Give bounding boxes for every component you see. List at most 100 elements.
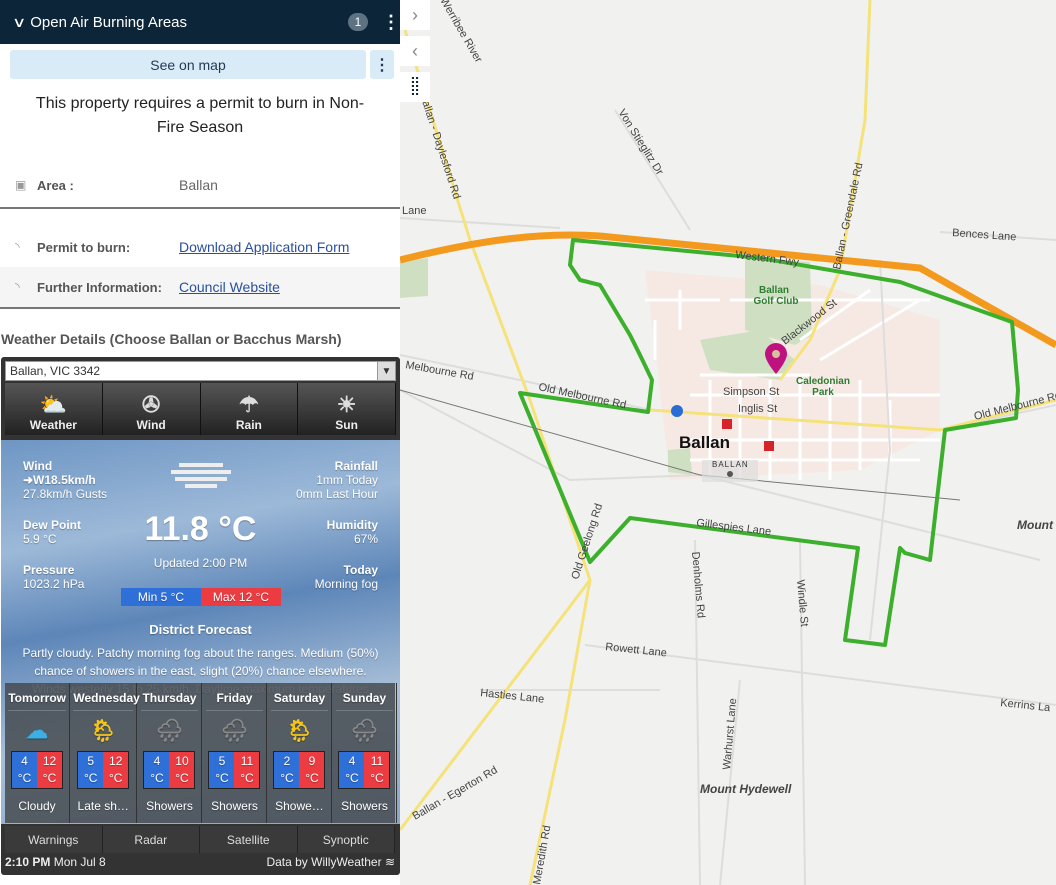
drag-handle-icon[interactable]: ⠿ ⠿: [400, 72, 430, 102]
map-label: Rowett Lane: [605, 641, 668, 659]
day-max: 9 °C: [299, 752, 325, 788]
map-label: Windle St: [794, 579, 810, 627]
chevron-left-icon[interactable]: ‹: [400, 36, 430, 66]
map-label: Warhurst Lane: [721, 698, 739, 771]
forecast-day: Saturday 🌦 2 °C 9 °C Showe…: [267, 683, 333, 823]
day-max: 11 °C: [234, 752, 260, 788]
today-value: Morning fog: [314, 577, 378, 591]
permit-label: Permit to burn:: [37, 239, 131, 255]
map-label: Denholms Rd: [689, 551, 707, 618]
warnings-link[interactable]: Warnings: [5, 826, 103, 853]
dropdown-arrow-icon[interactable]: ▼: [377, 362, 395, 380]
map-label: Gillespies Lane: [696, 517, 772, 538]
more-actions-button[interactable]: ⋮: [370, 50, 394, 79]
station-label: BALLAN: [712, 460, 749, 469]
day-name: Tomorrow: [8, 691, 66, 711]
tab-sun[interactable]: ☀ Sun: [298, 383, 396, 435]
permit-row: ◝ Permit to burn: Download Application F…: [0, 227, 400, 267]
map-label: Meredith Rd: [531, 824, 553, 885]
mountain-label: Mount: [1017, 518, 1054, 532]
weather-title: Weather Details (Choose Ballan or Bacchu…: [1, 331, 342, 347]
rain-label: Rainfall: [334, 459, 378, 473]
day-min: 2 °C: [274, 752, 300, 788]
tab-label: Sun: [335, 418, 358, 432]
tab-label: Wind: [136, 418, 166, 432]
radar-link[interactable]: Radar: [103, 826, 200, 853]
day-condition: Late sh…: [77, 799, 129, 813]
tab-label: Rain: [235, 418, 262, 432]
current-time: 2:10 PM: [5, 855, 51, 869]
fog-icon: [171, 460, 231, 494]
sun-showers-icon: 🌦: [89, 718, 118, 743]
day-min: 5 °C: [78, 752, 104, 788]
see-on-map-button[interactable]: See on map: [10, 50, 366, 79]
map-canvas[interactable]: Western Fwy Bences Lane Lane Ballan - Da…: [400, 0, 1056, 885]
weather-widget: Ballan, VIC 3342 ▼ ⛅ Weather ✇ Wind ☂ Rain ☀…: [1, 357, 400, 875]
tab-label: Weather: [29, 418, 77, 432]
more-options-icon[interactable]: ⋮: [382, 13, 400, 31]
panel-header[interactable]: ∨ Open Air Burning Areas 1 ⋮: [0, 0, 400, 44]
wind-value: ➜W18.5km/h: [23, 473, 96, 487]
forecast-day: Friday 🌧 5 °C 11 °C Showers: [202, 683, 268, 823]
area-label: Area :: [37, 177, 74, 193]
willyweather-logo-icon: ≋: [384, 855, 395, 869]
daily-forecast: Tomorrow ☁ 4 °C 12 °C Cloudy Wednesday 🌦 5 °C…: [5, 683, 398, 823]
map-label: Ballan - Egerton Rd: [411, 764, 500, 822]
day-condition: Showe…: [275, 799, 324, 813]
tab-wind[interactable]: ✇ Wind: [102, 383, 201, 435]
map-label: Inglis St: [738, 403, 777, 415]
download-application-form-link[interactable]: Download Application Form: [179, 239, 349, 255]
day-min: 4 °C: [144, 752, 170, 788]
day-condition: Cloudy: [18, 799, 56, 813]
day-max: 10 °C: [169, 752, 195, 788]
day-name: Saturday: [270, 691, 329, 711]
rain-hour: 0mm Last Hour: [295, 487, 378, 501]
max-temp: Max 12 °C: [201, 588, 281, 606]
min-temp: Min 5 °C: [121, 588, 201, 606]
district-forecast-title: District Forecast: [149, 622, 252, 637]
day-condition: Showers: [146, 799, 193, 813]
map-label: Lane: [402, 205, 426, 217]
rss-icon: ◝: [15, 280, 20, 294]
chevron-down-icon[interactable]: ∨: [12, 14, 26, 31]
fire-station-icon: [722, 419, 732, 429]
showers-icon: 🌧: [350, 718, 379, 743]
police-station-icon: [671, 405, 683, 417]
map-label: Werribee River: [437, 0, 484, 65]
forecast-day: Wednesday 🌦 5 °C 12 °C Late sh…: [70, 683, 140, 823]
day-name: Sunday: [335, 691, 394, 711]
current-conditions: Wind ➜W18.5km/h 27.8km/h Gusts Dew Point 5.…: [1, 440, 400, 824]
showers-icon: 🌧: [220, 718, 249, 743]
map-label: Bences Lane: [952, 227, 1017, 243]
forecast-day: Thursday 🌧 4 °C 10 °C Showers: [137, 683, 203, 823]
updated-time: Updated 2:00 PM: [153, 556, 248, 570]
rain-today: 1mm Today: [316, 473, 378, 487]
day-name: Wednesday: [73, 691, 140, 711]
day-name: Friday: [205, 691, 264, 711]
ambulance-icon: [764, 441, 774, 451]
willyweather-credit[interactable]: Data by WillyWeather ≋: [266, 855, 395, 869]
gusts-value: 27.8km/h Gusts: [23, 487, 108, 501]
panel-title: Open Air Burning Areas: [30, 13, 188, 31]
satellite-link[interactable]: Satellite: [200, 826, 298, 853]
location-select[interactable]: Ballan, VIC 3342 ▼: [5, 361, 396, 381]
synoptic-link[interactable]: Synoptic: [298, 826, 395, 853]
tab-weather[interactable]: ⛅ Weather: [5, 383, 103, 435]
permit-notice: This property requires a permit to burn …: [35, 95, 365, 136]
chevron-right-icon[interactable]: ›: [400, 0, 430, 30]
further-info-row: ◝ Further Information: Council Website: [0, 267, 400, 307]
day-condition: Showers: [211, 799, 258, 813]
area-row: ▣ Area : Ballan: [0, 165, 400, 205]
image-icon: ▣: [15, 178, 27, 192]
day-max: 11 °C: [364, 752, 390, 788]
pressure-value: 1023.2 hPa: [23, 577, 85, 591]
sun-cloud-icon: ⛅: [39, 392, 68, 417]
map-label: Kerrins La: [1000, 697, 1052, 714]
tab-rain[interactable]: ☂ Rain: [200, 383, 299, 435]
council-website-link[interactable]: Council Website: [179, 279, 280, 295]
further-info-label: Further Information:: [37, 279, 162, 295]
location-value: Ballan, VIC 3342: [10, 364, 101, 378]
day-max: 12 °C: [103, 752, 129, 788]
credit-text: Data by WillyWeather: [266, 855, 382, 869]
result-count-badge: 1: [348, 13, 368, 31]
